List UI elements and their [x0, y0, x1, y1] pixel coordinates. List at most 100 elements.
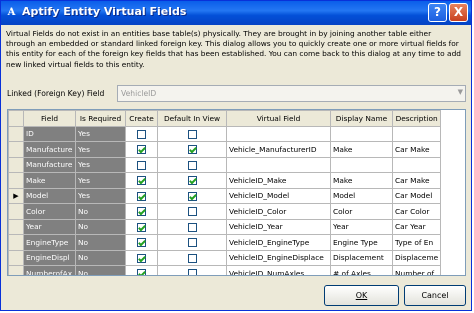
- table-row[interactable]: Manufacture Yes Vehicle_ManufacturerID Make…: [8, 141, 442, 158]
- default-in-view-checkbox[interactable]: [187, 145, 197, 154]
- create-checkbox[interactable]: [137, 145, 146, 154]
- display-name-cell[interactable]: [330, 125, 393, 142]
- help-button[interactable]: ?: [428, 3, 447, 22]
- row-header[interactable]: [8, 249, 24, 266]
- linked-field-select[interactable]: VehicleID ▼: [117, 85, 466, 102]
- column-header-create[interactable]: Create: [125, 110, 158, 127]
- virtual-field-cell[interactable]: VehicleID_Model: [226, 187, 331, 204]
- virtual-field-cell[interactable]: [226, 125, 331, 142]
- virtual-field-cell[interactable]: VehicleID_EngineType: [226, 234, 331, 251]
- field-cell: Color: [23, 203, 76, 220]
- default-in-view-cell: [157, 234, 227, 251]
- description-cell[interactable]: [391, 156, 442, 173]
- create-checkbox[interactable]: [137, 253, 146, 263]
- display-name-cell[interactable]: Color: [330, 203, 393, 220]
- table-row[interactable]: Manufacture Yes: [8, 156, 442, 173]
- column-header-display-name[interactable]: Display Name: [330, 110, 393, 127]
- virtual-field-cell[interactable]: VehicleID_Color: [226, 203, 331, 220]
- column-header-field[interactable]: Field: [23, 110, 76, 127]
- title-bar[interactable]: A Aptify Entity Virtual Fields ? X: [1, 1, 471, 25]
- display-name-cell[interactable]: Make: [330, 172, 393, 189]
- create-cell: [125, 203, 158, 220]
- description-cell[interactable]: Car Year: [391, 218, 442, 235]
- row-header[interactable]: [8, 218, 24, 235]
- create-cell: [125, 141, 158, 158]
- description-cell[interactable]: [391, 125, 442, 142]
- default-in-view-checkbox[interactable]: [187, 269, 197, 275]
- default-in-view-checkbox[interactable]: [187, 129, 197, 139]
- row-header[interactable]: [8, 203, 24, 220]
- description-cell[interactable]: Type of En: [391, 234, 442, 251]
- create-checkbox[interactable]: [137, 222, 146, 232]
- display-name-cell[interactable]: Engine Type: [330, 234, 393, 251]
- close-button[interactable]: X: [449, 3, 468, 22]
- field-cell: Make: [23, 172, 76, 189]
- virtual-fields-grid[interactable]: Field Is Required Create Default In View…: [7, 109, 466, 276]
- corner-header: [8, 110, 24, 127]
- description-line: new linked virtual fields to this entity…: [6, 59, 145, 69]
- table-row[interactable]: Color No VehicleID_Color Color Car Color: [8, 203, 442, 220]
- virtual-field-cell[interactable]: Vehicle_ManufacturerID: [226, 141, 331, 158]
- field-cell: EngineDispl: [23, 249, 76, 266]
- description-cell[interactable]: Car Make: [391, 141, 442, 158]
- virtual-field-cell[interactable]: VehicleID_Year: [226, 218, 331, 235]
- display-name-cell[interactable]: [330, 156, 393, 173]
- table-row[interactable]: Make Yes VehicleID_Make Make Car Make: [8, 172, 442, 189]
- table-row[interactable]: EngineDispl No VehicleID_EngineDisplace Dis…: [8, 249, 442, 266]
- window-title: Aptify Entity Virtual Fields: [22, 5, 187, 18]
- create-checkbox[interactable]: [137, 160, 146, 170]
- create-checkbox[interactable]: [137, 269, 146, 275]
- default-in-view-checkbox[interactable]: [187, 160, 197, 170]
- table-row[interactable]: NumberofAx No VehicleID_NumAxles # of Axles…: [8, 265, 442, 275]
- description-cell[interactable]: Displaceme: [391, 249, 442, 266]
- row-header[interactable]: [8, 141, 24, 158]
- row-header[interactable]: [8, 156, 24, 173]
- virtual-field-cell[interactable]: VehicleID_NumAxles: [226, 265, 331, 275]
- create-cell: [125, 218, 158, 235]
- row-header[interactable]: ▶: [8, 187, 24, 204]
- ok-button[interactable]: OK: [324, 285, 399, 306]
- create-checkbox[interactable]: [137, 238, 146, 247]
- virtual-field-cell[interactable]: [226, 156, 331, 173]
- display-name-cell[interactable]: Year: [330, 218, 393, 235]
- cancel-button[interactable]: Cancel: [404, 285, 466, 306]
- create-checkbox[interactable]: [137, 191, 146, 201]
- table-row[interactable]: ▶ Model Yes VehicleID_Model Model Car Model: [8, 187, 442, 204]
- create-checkbox[interactable]: [137, 129, 146, 139]
- column-header-description[interactable]: Description: [391, 110, 442, 127]
- dropdown-arrow-icon[interactable]: ▼: [458, 88, 463, 96]
- create-checkbox[interactable]: [137, 207, 146, 216]
- column-header-default-in-view[interactable]: Default In View: [157, 110, 227, 127]
- description-cell[interactable]: Car Color: [391, 203, 442, 220]
- column-header-is-required[interactable]: Is Required: [75, 110, 126, 127]
- dialog-window: A Aptify Entity Virtual Fields ? X Virtu…: [0, 0, 472, 311]
- description-text: Virtual Fields do not exist in an entiti…: [6, 29, 468, 70]
- display-name-cell[interactable]: Displacement: [330, 249, 393, 266]
- table-row[interactable]: Year No VehicleID_Year Year Car Year: [8, 218, 442, 235]
- description-cell[interactable]: Number of: [391, 265, 442, 275]
- table-row[interactable]: ID Yes: [8, 125, 442, 142]
- create-checkbox[interactable]: [137, 176, 146, 185]
- default-in-view-checkbox[interactable]: [187, 176, 197, 185]
- virtual-field-cell[interactable]: VehicleID_Make: [226, 172, 331, 189]
- default-in-view-checkbox[interactable]: [187, 222, 197, 232]
- display-name-cell[interactable]: Make: [330, 141, 393, 158]
- virtual-field-cell[interactable]: VehicleID_EngineDisplace: [226, 249, 331, 266]
- default-in-view-checkbox[interactable]: [187, 238, 197, 247]
- default-in-view-checkbox[interactable]: [187, 207, 197, 216]
- row-header[interactable]: [8, 172, 24, 189]
- default-in-view-checkbox[interactable]: [187, 191, 197, 201]
- description-cell[interactable]: Car Model: [391, 187, 442, 204]
- default-in-view-cell: [157, 218, 227, 235]
- row-header[interactable]: [8, 125, 24, 142]
- row-header[interactable]: [8, 265, 24, 275]
- default-in-view-checkbox[interactable]: [187, 253, 197, 263]
- table-row[interactable]: EngineType No VehicleID_EngineType Engine T…: [8, 234, 442, 251]
- row-header[interactable]: [8, 234, 24, 251]
- is-required-cell: No: [75, 203, 126, 220]
- fields-table: Field Is Required Create Default In View…: [8, 110, 442, 275]
- column-header-virtual-field[interactable]: Virtual Field: [226, 110, 331, 127]
- description-cell[interactable]: Car Make: [391, 172, 442, 189]
- display-name-cell[interactable]: # of Axles: [330, 265, 393, 275]
- display-name-cell[interactable]: Model: [330, 187, 393, 204]
